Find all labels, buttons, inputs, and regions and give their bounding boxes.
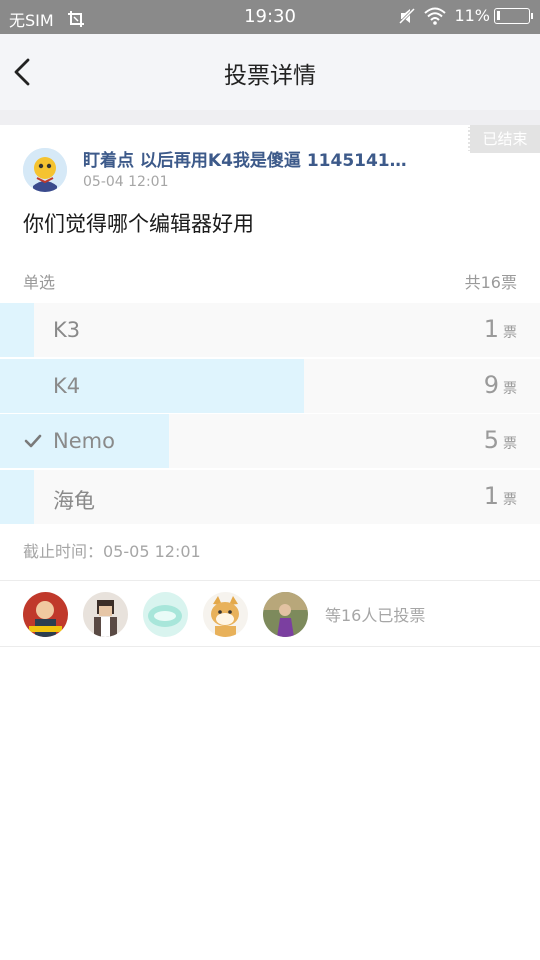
vote-question: 你们觉得哪个编辑器好用 (23, 212, 254, 236)
avatar-image (23, 148, 67, 192)
vote-option-bar (0, 358, 304, 413)
page-title: 投票详情 (224, 63, 316, 89)
vote-option-k3[interactable]: K3 1票 (0, 303, 540, 357)
voter-avatar[interactable] (23, 591, 68, 637)
vote-option-label: 海龟 (53, 488, 95, 513)
battery-percent: 11% (454, 6, 490, 25)
vote-count-unit: 票 (503, 325, 517, 341)
vote-count-number: 5 (483, 426, 499, 454)
author-avatar[interactable] (23, 148, 67, 192)
vote-option-count: 1票 (484, 315, 517, 343)
nav-bar: 投票详情 (0, 34, 540, 110)
vote-option-label: K3 (53, 318, 81, 342)
vote-count-unit: 票 (503, 380, 517, 397)
vote-deadline: 截止时间：05-05 12:01 (23, 542, 201, 561)
divider (0, 580, 540, 581)
vote-option-bar (0, 469, 34, 524)
avatar-image (263, 591, 308, 637)
vote-option-label: K4 (53, 373, 81, 398)
vote-option-k4[interactable]: K4 9票 (0, 358, 540, 413)
vote-count-number: 1 (483, 315, 499, 343)
vote-count-number: 1 (483, 481, 499, 510)
voter-list[interactable]: 等16人已投票 (23, 591, 425, 637)
voters-count-text[interactable]: 等16人已投票 (325, 602, 425, 626)
status-bar-right: 11% (398, 6, 533, 25)
vote-option-bar (0, 303, 34, 357)
vote-option-count: 1票 (484, 482, 517, 510)
status-badge: 已结束 (468, 125, 540, 153)
vote-option-nemo[interactable]: Nemo 5票 (0, 414, 540, 468)
author-name[interactable]: 盯着点 以后再用K4我是傻逼 1145141… (83, 146, 443, 171)
battery-level (497, 10, 501, 20)
vote-type-label: 单选 (23, 273, 56, 292)
voter-avatar[interactable] (263, 591, 308, 637)
vote-total: 共16票 (464, 273, 517, 292)
avatar-image (143, 591, 188, 637)
post-time: 05-04 12:01 (83, 174, 169, 190)
battery-icon (494, 7, 533, 24)
vote-options: K3 1票 K4 9票 Nemo 5票 海龟 1票 (0, 303, 540, 525)
vote-option-turtle[interactable]: 海龟 1票 (0, 469, 540, 524)
vote-count-number: 9 (483, 370, 499, 399)
voter-avatar[interactable] (83, 591, 128, 637)
vote-option-label: Nemo (53, 429, 115, 453)
mute-icon (399, 7, 416, 24)
voter-avatar[interactable] (143, 591, 188, 637)
avatar-image (23, 591, 68, 637)
vote-count-unit: 票 (503, 436, 517, 452)
divider (0, 646, 540, 647)
vote-option-count: 5票 (484, 426, 517, 454)
wifi-icon (424, 7, 447, 25)
avatar-image (203, 591, 248, 637)
vote-count-unit: 票 (503, 491, 517, 508)
vote-option-count: 9票 (484, 371, 517, 399)
status-bar: 无SIM 19:30 11% (0, 0, 540, 34)
section-gap (0, 110, 540, 125)
avatar-image (83, 591, 128, 637)
voter-avatar[interactable] (203, 591, 248, 637)
checkmark-icon (24, 434, 42, 448)
